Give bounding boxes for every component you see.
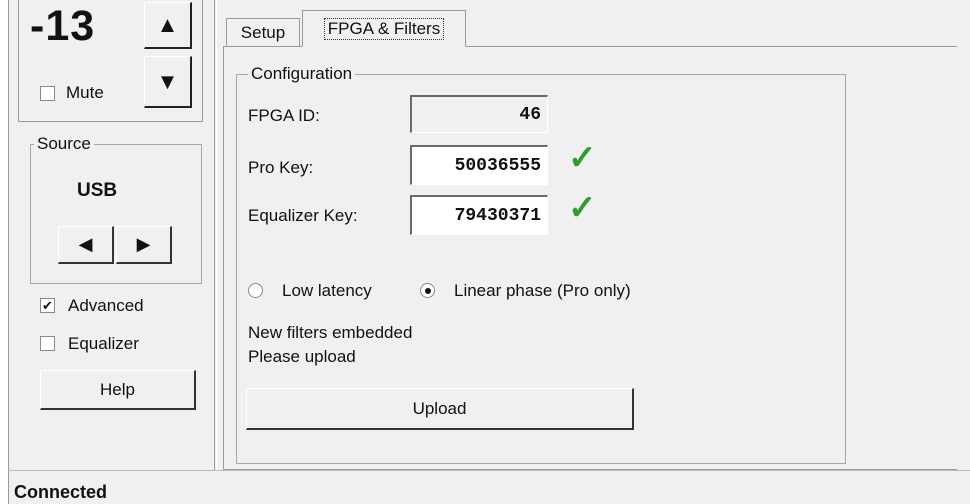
message-line-1: New filters embedded (248, 323, 413, 342)
tab-fpga-filters-label: FPGA & Filters (323, 17, 445, 40)
pane-divider (214, 0, 217, 470)
equalizer-checkbox[interactable] (40, 336, 55, 351)
checkmark-icon: ✓ (568, 139, 597, 177)
checkmark-icon: ✓ (568, 189, 597, 227)
equalizer-key-label: Equalizer Key: (248, 206, 358, 225)
volume-value: -13 (30, 2, 96, 50)
advanced-label: Advanced (68, 296, 144, 315)
message-line-2: Please upload (248, 347, 356, 366)
upload-button[interactable]: Upload (246, 388, 634, 430)
triangle-down-icon: ▼ (156, 68, 179, 94)
source-value: USB (77, 180, 118, 201)
linear-phase-label: Linear phase (Pro only) (454, 281, 631, 300)
linear-phase-radio[interactable] (420, 283, 435, 298)
pro-key-label: Pro Key: (248, 158, 314, 177)
source-legend: Source (34, 134, 94, 154)
triangle-left-icon: ◀ (78, 234, 93, 254)
source-prev-button[interactable]: ◀ (58, 226, 114, 264)
equalizer-key-field[interactable]: 79430371 (410, 195, 548, 235)
equalizer-label: Equalizer (68, 334, 139, 353)
status-separator (8, 470, 970, 471)
tab-fpga-filters[interactable]: FPGA & Filters (302, 10, 466, 47)
status-text: Connected (14, 482, 108, 502)
triangle-up-icon: ▲ (156, 12, 179, 37)
mute-checkbox[interactable] (40, 86, 55, 101)
mute-label: Mute (66, 83, 104, 102)
triangle-right-icon: ▶ (136, 234, 151, 254)
configuration-legend: Configuration (248, 64, 356, 84)
help-button[interactable]: Help (40, 370, 196, 410)
pro-key-field[interactable]: 50036555 (410, 145, 548, 185)
low-latency-label: Low latency (282, 281, 372, 300)
fpga-id-label: FPGA ID: (248, 106, 320, 125)
low-latency-radio[interactable] (248, 283, 263, 298)
tab-setup[interactable]: Setup (226, 18, 300, 46)
volume-up-button[interactable]: ▲ (144, 2, 192, 49)
fpga-id-field: 46 (410, 95, 548, 133)
volume-down-button[interactable]: ▼ (144, 56, 192, 108)
source-next-button[interactable]: ▶ (116, 226, 172, 264)
advanced-checkbox[interactable]: ✔ (40, 298, 55, 313)
